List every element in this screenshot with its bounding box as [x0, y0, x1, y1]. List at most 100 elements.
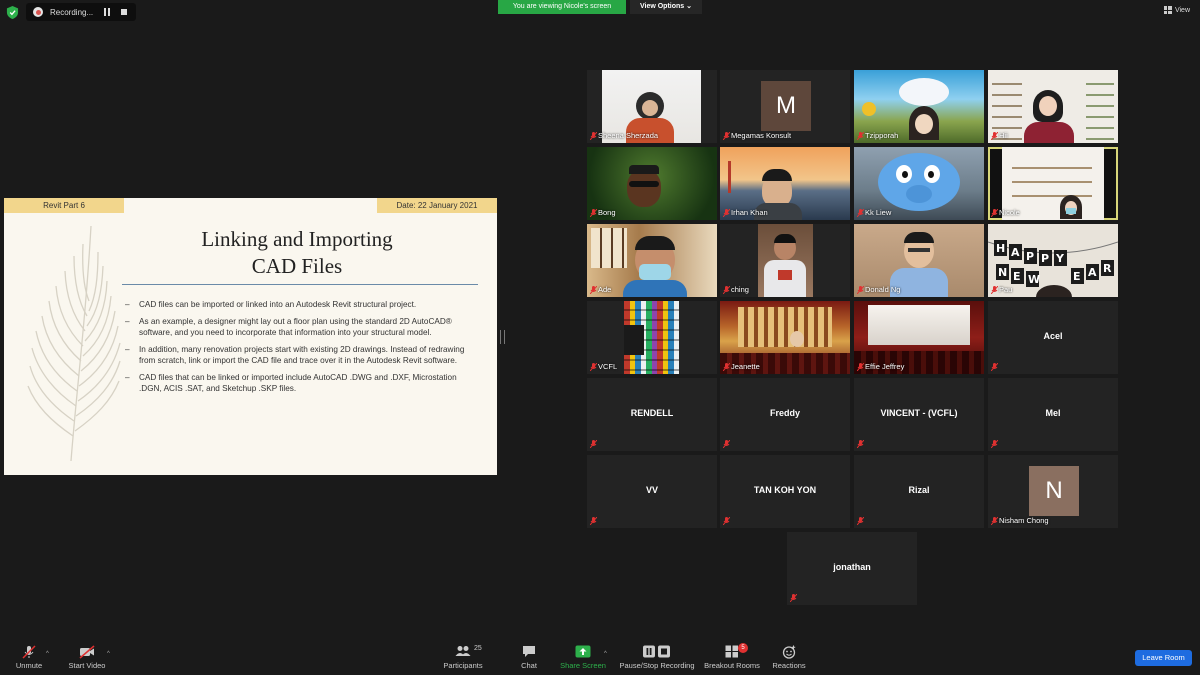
viewing-screen-banner: You are viewing Nicole's screen [498, 0, 626, 14]
svg-text:E: E [1073, 270, 1081, 283]
share-options-caret-icon[interactable]: ^ [604, 651, 607, 657]
avatar: M [761, 81, 811, 131]
participant-tile[interactable]: Bong [587, 147, 717, 220]
mic-muted-icon [723, 363, 730, 371]
participant-tile[interactable]: Jeanette [720, 301, 850, 374]
reactions-button[interactable]: Reactions [772, 645, 806, 673]
participant-name-center: Mel [1045, 408, 1061, 418]
participant-name: Tzipporah [865, 131, 899, 140]
slide-title: Linking and Importing CAD Files [132, 226, 462, 280]
participant-tile[interactable]: VCFL [587, 301, 717, 374]
participant-name-center: VINCENT - (VCFL) [880, 408, 958, 418]
video-options-caret-icon[interactable]: ^ [107, 651, 110, 657]
mic-muted-icon [991, 517, 998, 525]
video-off-icon [79, 645, 95, 659]
participant-tile[interactable]: Tzipporah [854, 70, 984, 143]
participant-tile[interactable]: Mel [988, 378, 1118, 451]
participant-tile[interactable]: H A P P Y N E W E A R Pau [988, 224, 1118, 297]
slide-bullet: CAD files that can be linked or imported… [125, 372, 475, 395]
chat-label: Chat [521, 661, 537, 670]
participant-name-center: RENDELL [630, 408, 674, 418]
mic-muted-icon [857, 209, 864, 217]
mic-muted-icon [991, 286, 998, 294]
participant-name: Bong [598, 208, 616, 217]
participant-name: Megamas Konsult [731, 131, 792, 140]
svg-text:E: E [1013, 270, 1021, 283]
mic-muted-icon [723, 517, 730, 525]
svg-text:P: P [1041, 252, 1049, 265]
mic-muted-icon [723, 286, 730, 294]
leave-room-button[interactable]: Leave Room [1135, 650, 1192, 666]
svg-text:Y: Y [1055, 252, 1065, 265]
participant-name: Jeanette [731, 362, 760, 371]
participant-name: Nicole [999, 208, 1020, 217]
stop-recording-icon[interactable] [121, 9, 127, 15]
mic-muted-icon [22, 645, 36, 659]
participant-tile[interactable]: Freddy [720, 378, 850, 451]
shield-icon[interactable] [6, 6, 19, 19]
start-video-button[interactable]: Start Video [66, 645, 108, 673]
share-screen-label: Share Screen [560, 661, 606, 670]
view-options-button[interactable]: View Options ⌄ [630, 0, 702, 14]
participant-tile[interactable]: RENDELL [587, 378, 717, 451]
unmute-label: Unmute [15, 661, 43, 670]
breakout-rooms-label: Breakout Rooms [704, 661, 760, 670]
participant-name-center: TAN KOH YON [753, 485, 817, 495]
mic-muted-icon [991, 363, 998, 371]
participant-tile[interactable]: TAN KOH YON [720, 455, 850, 528]
participant-tile[interactable]: N Nisham Chong [988, 455, 1118, 528]
svg-text:A: A [1011, 246, 1020, 259]
slide-title-line-1: Linking and Importing [201, 227, 393, 251]
participant-tile[interactable]: VINCENT - (VCFL) [854, 378, 984, 451]
participant-tile[interactable]: M Megamas Konsult [720, 70, 850, 143]
breakout-rooms-badge: 5 [738, 643, 748, 653]
slide-date-tag: Date: 22 January 2021 [377, 198, 497, 213]
split-view-handle[interactable] [500, 330, 505, 344]
view-button[interactable]: View [1163, 6, 1190, 14]
mic-muted-icon [991, 132, 998, 140]
avatar: N [1029, 466, 1079, 516]
chat-button[interactable]: Chat [514, 646, 544, 673]
participant-tile[interactable]: Kk Liew [854, 147, 984, 220]
participant-tile[interactable]: Acel [988, 301, 1118, 374]
svg-text:W: W [1028, 273, 1040, 286]
participant-tile[interactable]: Ade [587, 224, 717, 297]
participant-name-center: Acel [1043, 331, 1063, 341]
slide-title-divider [122, 284, 478, 285]
share-screen-icon [575, 645, 591, 658]
audio-options-caret-icon[interactable]: ^ [46, 651, 49, 657]
pause-recording-icon[interactable] [104, 8, 112, 16]
mic-muted-icon [991, 209, 998, 217]
breakout-rooms-button[interactable]: 5 Breakout Rooms [704, 643, 760, 673]
mic-muted-icon [590, 363, 597, 371]
participant-name-center: jonathan [833, 562, 871, 572]
svg-text:A: A [1088, 266, 1097, 279]
view-button-label: View [1174, 6, 1190, 14]
smiley-icon [782, 645, 796, 659]
participant-tile[interactable]: Sheena Sherzada [587, 70, 717, 143]
mic-muted-icon [590, 517, 597, 525]
slide-course-tag: Revit Part 6 [4, 198, 124, 213]
chat-icon [523, 646, 535, 657]
participant-tile[interactable]: VV [587, 455, 717, 528]
slide-title-line-2: CAD Files [251, 254, 343, 278]
participant-tile-active-speaker[interactable]: Nicole [988, 147, 1118, 220]
participant-tile[interactable]: jonathan [787, 532, 917, 605]
participants-icon [455, 646, 471, 656]
mic-muted-icon [590, 132, 597, 140]
participant-tile[interactable]: Donald Ng [854, 224, 984, 297]
mic-muted-icon [590, 440, 597, 448]
participant-tile[interactable]: Irhan Khan [720, 147, 850, 220]
participant-tile[interactable]: Effie Jeffrey [854, 301, 984, 374]
recording-label: Recording... [50, 7, 94, 17]
participant-tile[interactable]: Rizal [854, 455, 984, 528]
participant-tile[interactable]: Hii [988, 70, 1118, 143]
pause-stop-recording-button[interactable]: Pause/Stop Recording [619, 645, 695, 673]
unmute-button[interactable]: Unmute [10, 645, 48, 673]
pause-stop-recording-label: Pause/Stop Recording [619, 661, 695, 670]
share-screen-button[interactable]: Share Screen [560, 645, 606, 673]
participant-name: VCFL [598, 362, 618, 371]
participants-button[interactable]: 25 Participants [443, 645, 483, 673]
participant-name: Sheena Sherzada [598, 131, 659, 140]
participant-tile[interactable]: ching [720, 224, 850, 297]
